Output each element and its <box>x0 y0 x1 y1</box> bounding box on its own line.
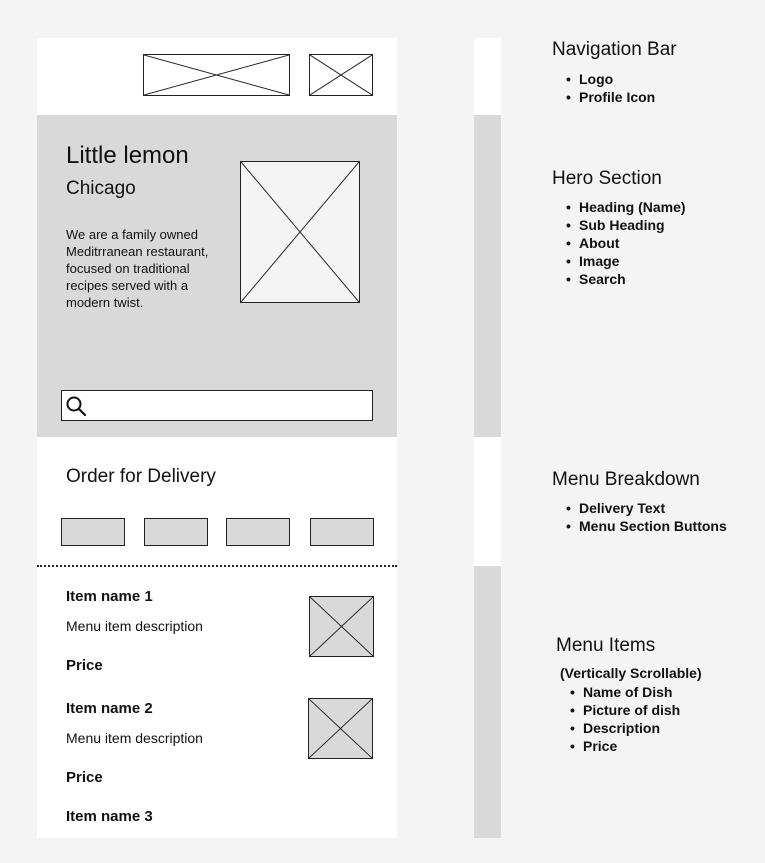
placeholder-image-icon <box>144 55 289 95</box>
menu-item-image[interactable] <box>309 596 374 657</box>
menu-item-image[interactable] <box>308 698 373 759</box>
annotation-breakdown-title: Menu Breakdown <box>552 469 700 490</box>
breakdown-band <box>474 437 501 566</box>
annotation-item: Picture of dish <box>570 701 680 719</box>
menu-item-name[interactable]: Item name 2 <box>66 700 153 717</box>
annotation-item: Price <box>570 737 680 755</box>
delivery-heading: Order for Delivery <box>66 466 216 487</box>
annotation-item: Menu Section Buttons <box>566 517 727 535</box>
nav-band <box>474 38 501 115</box>
profile-icon-placeholder[interactable] <box>309 54 373 96</box>
annotation-items-subtitle: (Vertically Scrollable) <box>560 665 702 681</box>
menu-item-description: Menu item description <box>66 618 203 634</box>
annotation-item: Description <box>570 719 680 737</box>
annotation-item: Logo <box>566 70 655 88</box>
annotation-item: Delivery Text <box>566 499 727 517</box>
annotation-items-title: Menu Items <box>556 635 656 656</box>
annotation-item: Heading (Name) <box>566 198 686 216</box>
annotation-item: About <box>566 234 686 252</box>
search-icon <box>66 396 87 417</box>
hero-band <box>474 115 501 437</box>
annotation-hero-list: Heading (Name) Sub Heading About Image S… <box>566 198 686 288</box>
annotation-item: Search <box>566 270 686 288</box>
hero-image-placeholder <box>240 161 360 303</box>
annotation-nav-list: Logo Profile Icon <box>566 70 655 106</box>
logo-placeholder[interactable] <box>143 54 290 96</box>
annotation-item: Sub Heading <box>566 216 686 234</box>
hero-subheading: Chicago <box>66 178 136 199</box>
annotation-item: Profile Icon <box>566 88 655 106</box>
menu-item-price: Price <box>66 657 103 674</box>
placeholder-image-icon <box>241 162 359 302</box>
hero-heading: Little lemon <box>66 142 189 169</box>
placeholder-image-icon <box>310 597 373 656</box>
menu-section-button-1[interactable] <box>61 518 125 546</box>
hero-about-text: We are a family owned Meditrranean resta… <box>66 227 209 310</box>
annotation-items-list: Name of Dish Picture of dish Description… <box>570 683 680 755</box>
items-band <box>474 566 501 838</box>
annotation-hero-title: Hero Section <box>552 168 662 189</box>
section-divider <box>37 565 397 567</box>
placeholder-image-icon <box>309 699 372 758</box>
menu-item-name[interactable]: Item name 1 <box>66 588 153 605</box>
annotation-item: Name of Dish <box>570 683 680 701</box>
menu-section-button-4[interactable] <box>310 518 374 546</box>
annotation-breakdown-list: Delivery Text Menu Section Buttons <box>566 499 727 535</box>
menu-section-button-3[interactable] <box>226 518 290 546</box>
annotation-nav-title: Navigation Bar <box>552 39 677 60</box>
menu-item-price: Price <box>66 769 103 786</box>
menu-item-name[interactable]: Item name 3 <box>66 808 153 825</box>
menu-section-button-2[interactable] <box>144 518 208 546</box>
search-input[interactable] <box>61 390 373 421</box>
placeholder-image-icon <box>310 55 372 95</box>
annotation-item: Image <box>566 252 686 270</box>
menu-item-description: Menu item description <box>66 730 203 746</box>
wireframe-screen: Little lemon Chicago We are a family own… <box>37 38 397 838</box>
